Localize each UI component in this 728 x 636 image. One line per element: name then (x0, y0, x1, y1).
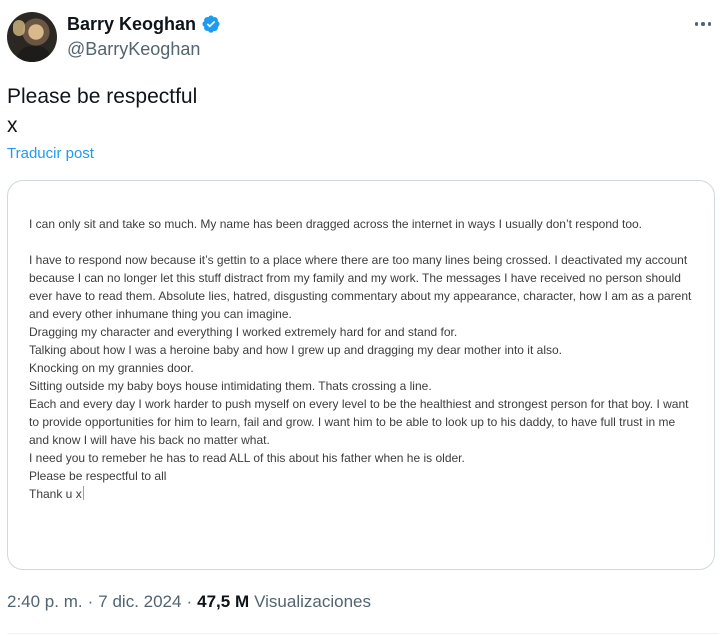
note-line: Dragging my character and everything I w… (29, 325, 458, 339)
tweet-date[interactable]: 7 dic. 2024 (98, 592, 181, 612)
verified-badge-icon (202, 15, 220, 33)
note-line: and know I will have his back no matter … (29, 433, 270, 447)
author-name-row[interactable]: Barry Keoghan (67, 12, 221, 36)
avatar-shirt (17, 46, 51, 62)
tweet-metadata: 2:40 p. m. · 7 dic. 2024 · 47,5 M Visual… (7, 592, 371, 612)
note-text: I can only sit and take so much. My name… (29, 215, 699, 503)
more-dot (701, 22, 705, 26)
note-line: I have to respond now because it’s getti… (29, 253, 688, 267)
meta-separator: · (87, 592, 94, 611)
note-blank-line (29, 233, 699, 251)
note-line: Knocking on my grannies door. (29, 361, 194, 375)
more-dot (707, 22, 712, 26)
text-cursor-icon (82, 486, 84, 500)
note-line: Please be respectful to all (29, 469, 167, 483)
author-display-name[interactable]: Barry Keoghan (67, 14, 196, 35)
note-line: ever have to read them. Absolute lies, h… (29, 289, 692, 303)
tweet-text-line: x (7, 114, 18, 137)
note-line: and every other inhumane thing you can i… (29, 307, 292, 321)
divider (7, 633, 719, 634)
translate-post-link[interactable]: Traducir post (7, 145, 94, 162)
tweet-header: Barry Keoghan @BarryKeoghan (0, 0, 728, 72)
note-line: to provide opportunities for him to lear… (29, 415, 676, 429)
avatar-background-light (13, 20, 25, 36)
attached-note-image[interactable]: I can only sit and take so much. My name… (7, 180, 715, 570)
note-line: Sitting outside my baby boys house intim… (29, 379, 432, 393)
note-line: I can only sit and take so much. My name… (29, 217, 643, 231)
more-dot (694, 22, 699, 26)
tweet-text: Please be respectful x (7, 82, 197, 140)
author-handle[interactable]: @BarryKeoghan (67, 39, 200, 60)
views-count: 47,5 M (197, 592, 250, 611)
avatar[interactable] (7, 12, 57, 62)
views-label: Visualizaciones (254, 592, 371, 611)
meta-separator: · (186, 592, 193, 611)
more-options-icon[interactable] (688, 12, 718, 36)
note-line-text: Thank u x (29, 487, 82, 501)
tweet-time[interactable]: 2:40 p. m. (7, 592, 83, 612)
tweet-text-line: Please be respectful (7, 85, 198, 108)
note-line: Each and every day I work harder to push… (29, 397, 689, 411)
note-line: I need you to remeber he has to read ALL… (29, 451, 465, 465)
note-last-line: Thank u x (29, 485, 699, 503)
note-line: Talking about how I was a heroine baby a… (29, 343, 562, 357)
note-line: because I can no longer let this stuff d… (29, 271, 681, 285)
